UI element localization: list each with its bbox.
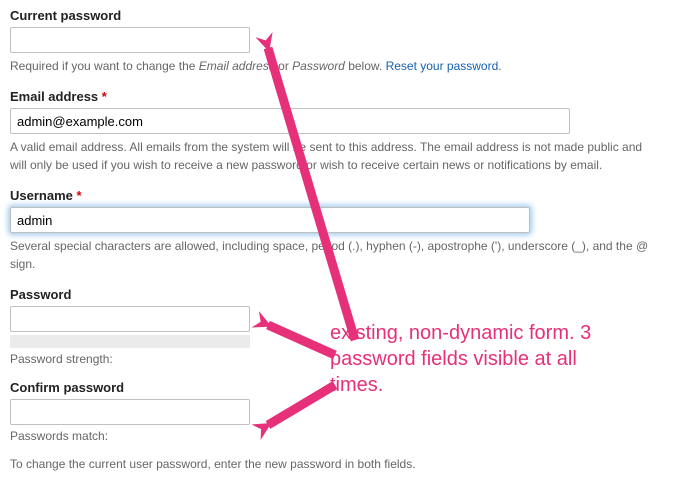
username-input[interactable] <box>10 207 530 233</box>
email-description: A valid email address. All emails from t… <box>10 138 650 174</box>
passwords-match-label: Passwords match: <box>10 429 668 443</box>
password-change-note: To change the current user password, ent… <box>10 457 668 471</box>
form-item-email: Email address * A valid email address. A… <box>10 89 668 174</box>
current-password-input[interactable] <box>10 27 250 53</box>
username-label: Username * <box>10 188 668 203</box>
password-input[interactable] <box>10 306 250 332</box>
reset-password-link[interactable]: Reset your password <box>386 59 499 73</box>
email-input[interactable] <box>10 108 570 134</box>
password-label: Password <box>10 287 668 302</box>
email-label: Email address * <box>10 89 668 104</box>
current-password-description: Required if you want to change the Email… <box>10 57 650 75</box>
confirm-password-input[interactable] <box>10 399 250 425</box>
form-item-username: Username * Several special characters ar… <box>10 188 668 273</box>
current-password-label: Current password <box>10 8 668 23</box>
required-marker: * <box>77 188 82 203</box>
required-marker: * <box>102 89 107 104</box>
password-strength-bar <box>10 335 250 348</box>
form-item-current-password: Current password Required if you want to… <box>10 8 668 75</box>
annotation-text: existing, non-dynamic form. 3 password f… <box>330 320 630 398</box>
username-description: Several special characters are allowed, … <box>10 237 650 273</box>
